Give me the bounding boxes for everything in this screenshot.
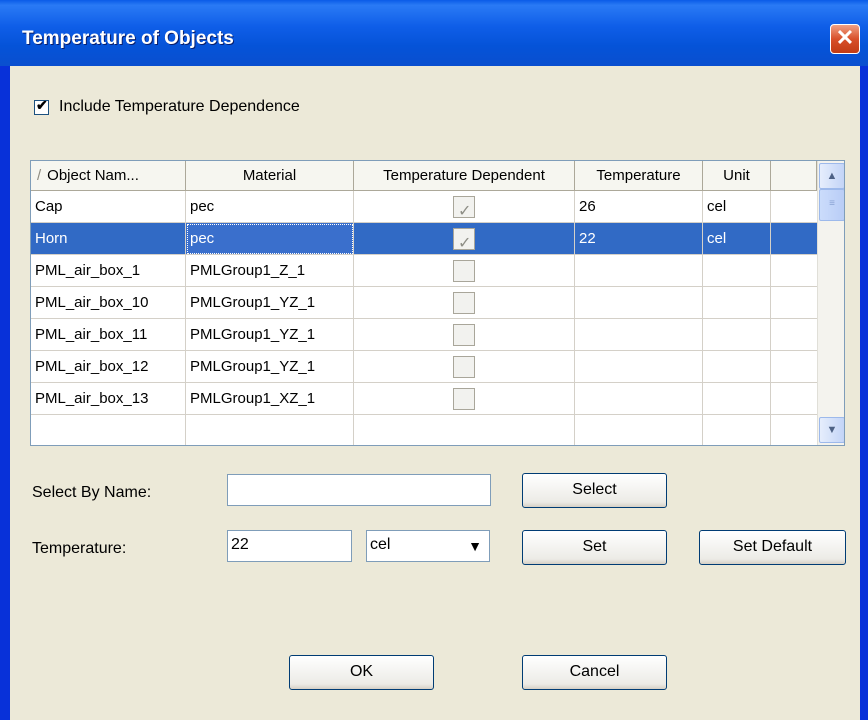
filler-cell	[771, 255, 817, 287]
column-header-filler	[771, 161, 817, 191]
chevron-up-icon: ▲	[826, 170, 838, 182]
temperature-dependent-checkbox[interactable]	[453, 356, 475, 378]
column-header-temperature-dependent[interactable]: Temperature Dependent	[354, 161, 575, 191]
checkmark-icon: ✔	[36, 96, 48, 113]
unit-cell[interactable]: cel	[703, 191, 771, 223]
check-icon: ✓	[458, 235, 472, 252]
set-default-button[interactable]: Set Default	[699, 530, 846, 565]
temperature-cell[interactable]	[575, 383, 703, 415]
unit-select[interactable]: cel ▼	[366, 530, 490, 562]
temperature-dependent-checkbox[interactable]	[453, 292, 475, 314]
name-cell[interactable]: Horn	[31, 223, 186, 255]
filler-cell	[771, 223, 817, 255]
temperature-dependent-cell[interactable]	[354, 255, 575, 287]
column-header-object-name[interactable]: / Object Nam...	[31, 161, 186, 191]
scroll-up-button[interactable]: ▲	[819, 163, 844, 189]
dialog-body: ✔ Include Temperature Dependence / Object…	[10, 66, 860, 720]
name-cell[interactable]: PML_air_box_1	[31, 255, 186, 287]
material-cell[interactable]: pec	[186, 191, 354, 223]
material-cell[interactable]: PMLGroup1_YZ_1	[186, 351, 354, 383]
unit-cell[interactable]: cel	[703, 223, 771, 255]
include-temperature-dependence-label: Include Temperature Dependence	[59, 98, 300, 115]
name-cell[interactable]: PML_air_box_12	[31, 351, 186, 383]
material-cell[interactable]: PMLGroup1_XZ_1	[186, 383, 354, 415]
title-bar[interactable]: Temperature of Objects ✕	[0, 0, 868, 66]
filler-cell	[771, 351, 817, 383]
name-cell[interactable]: PML_air_box_13	[31, 383, 186, 415]
window-title: Temperature of Objects	[22, 28, 234, 49]
chevron-down-icon[interactable]: ▼	[463, 533, 487, 559]
temperature-dependent-cell[interactable]: ✓	[354, 223, 575, 255]
vertical-scrollbar[interactable]: ▲ ≡ ▼	[817, 161, 844, 445]
temperature-cell[interactable]	[575, 255, 703, 287]
include-temperature-dependence-row[interactable]: ✔ Include Temperature Dependence	[34, 96, 300, 116]
temperature-dependent-checkbox[interactable]: ✓	[453, 228, 475, 252]
filler-cell	[771, 319, 817, 351]
temperature-dependent-cell[interactable]: ✓	[354, 191, 575, 223]
empty-cell	[771, 415, 817, 445]
unit-cell[interactable]	[703, 287, 771, 319]
temperature-cell[interactable]	[575, 287, 703, 319]
unit-cell[interactable]	[703, 351, 771, 383]
empty-cell	[703, 415, 771, 445]
temperature-dependent-checkbox[interactable]	[453, 324, 475, 346]
unit-cell[interactable]	[703, 383, 771, 415]
grip-icon: ≡	[829, 198, 835, 209]
material-cell[interactable]: PMLGroup1_YZ_1	[186, 287, 354, 319]
material-cell[interactable]: PMLGroup1_YZ_1	[186, 319, 354, 351]
unit-cell[interactable]	[703, 255, 771, 287]
empty-cell	[31, 415, 186, 445]
column-header-unit[interactable]: Unit	[703, 161, 771, 191]
filler-cell	[771, 383, 817, 415]
dialog-window: Temperature of Objects ✕ ✔ Include Tempe…	[0, 0, 868, 720]
name-cell[interactable]: PML_air_box_11	[31, 319, 186, 351]
chevron-down-icon: ▼	[826, 424, 838, 436]
unit-select-value: cel	[370, 536, 391, 553]
select-by-name-input[interactable]	[227, 474, 491, 506]
temperature-dependent-cell[interactable]	[354, 351, 575, 383]
filler-cell	[771, 191, 817, 223]
select-by-name-label: Select By Name:	[32, 484, 152, 501]
material-cell[interactable]: PMLGroup1_Z_1	[186, 255, 354, 287]
scroll-down-button[interactable]: ▼	[819, 417, 844, 443]
close-icon: ✕	[835, 25, 855, 50]
empty-cell	[575, 415, 703, 445]
set-button[interactable]: Set	[522, 530, 667, 565]
temperature-dependent-cell[interactable]	[354, 319, 575, 351]
temperature-cell[interactable]: 26	[575, 191, 703, 223]
unit-cell[interactable]	[703, 319, 771, 351]
column-header-temperature[interactable]: Temperature	[575, 161, 703, 191]
objects-table: / Object Nam... Material Temperature Depe…	[30, 160, 845, 446]
name-cell[interactable]: PML_air_box_10	[31, 287, 186, 319]
close-button[interactable]: ✕	[830, 24, 860, 54]
temperature-dependent-checkbox[interactable]	[453, 388, 475, 410]
cancel-button[interactable]: Cancel	[522, 655, 667, 690]
temperature-cell[interactable]	[575, 319, 703, 351]
column-header-label: Object Nam...	[47, 167, 139, 184]
temperature-dependent-cell[interactable]	[354, 383, 575, 415]
name-cell[interactable]: Cap	[31, 191, 186, 223]
empty-cell	[354, 415, 575, 445]
temperature-cell[interactable]	[575, 351, 703, 383]
filler-cell	[771, 287, 817, 319]
temperature-label: Temperature:	[32, 540, 127, 557]
empty-cell	[186, 415, 354, 445]
temperature-cell[interactable]: 22	[575, 223, 703, 255]
temperature-input[interactable]: 22	[227, 530, 352, 562]
material-cell[interactable]: pec	[186, 223, 354, 255]
select-button[interactable]: Select	[522, 473, 667, 508]
ok-button[interactable]: OK	[289, 655, 434, 690]
temperature-dependent-cell[interactable]	[354, 287, 575, 319]
include-temperature-dependence-checkbox[interactable]: ✔	[34, 96, 49, 115]
temperature-dependent-checkbox[interactable]: ✓	[453, 196, 475, 220]
check-icon: ✓	[458, 203, 472, 220]
column-header-material[interactable]: Material	[186, 161, 354, 191]
sort-indicator-icon: /	[37, 167, 42, 184]
temperature-dependent-checkbox[interactable]	[453, 260, 475, 282]
scroll-thumb[interactable]: ≡	[819, 189, 844, 221]
